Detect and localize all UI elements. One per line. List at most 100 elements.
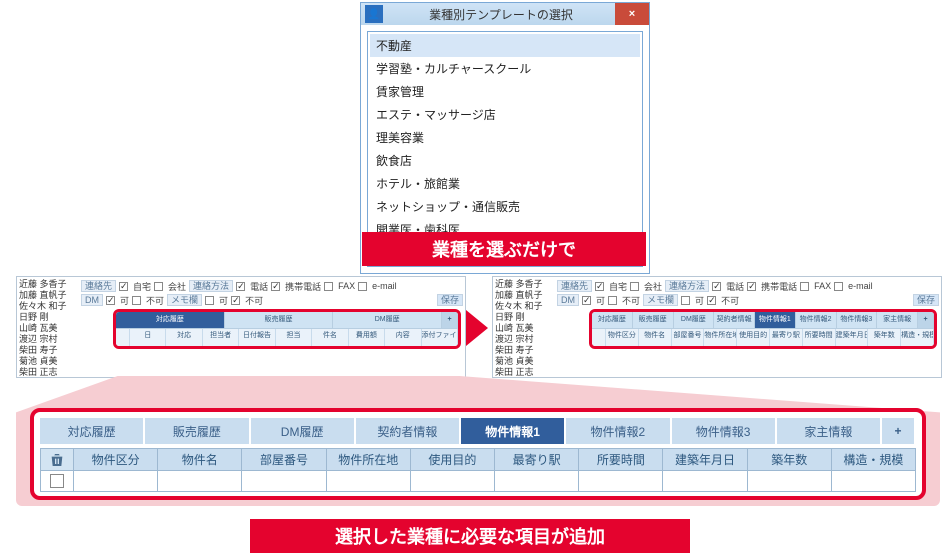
checkbox-fax[interactable] xyxy=(800,282,809,291)
tab[interactable]: 対応履歴 xyxy=(116,312,225,328)
list-item[interactable]: 菊池 貞美 xyxy=(19,356,81,367)
tab-prop1[interactable]: 物件情報1 xyxy=(461,418,566,444)
row-checkbox[interactable] xyxy=(40,470,74,492)
col-checkbox[interactable] xyxy=(116,329,130,349)
tab-owner[interactable]: 家主情報 xyxy=(777,418,882,444)
col-header: 所要時間 xyxy=(579,448,663,470)
cell[interactable] xyxy=(832,470,916,492)
dm-label: DM xyxy=(557,294,579,306)
tab[interactable]: DM履歴 xyxy=(333,312,442,328)
list-item[interactable]: 飲食店 xyxy=(370,149,640,172)
list-item[interactable]: 学習塾・カルチャースクール xyxy=(370,57,640,80)
checkbox-phone[interactable] xyxy=(712,282,721,291)
col-checkbox[interactable] xyxy=(592,329,606,349)
checkbox-mobile[interactable] xyxy=(747,282,756,291)
list-item[interactable]: 渡辺 宗村 xyxy=(495,334,557,345)
checkbox-home[interactable] xyxy=(119,282,128,291)
cell[interactable] xyxy=(663,470,747,492)
cell[interactable] xyxy=(579,470,663,492)
list-item[interactable]: 山崎 瓦美 xyxy=(495,323,557,334)
list-item[interactable]: 近藤 多香子 xyxy=(495,279,557,290)
cell[interactable] xyxy=(495,470,579,492)
list-item[interactable]: ネットショップ・通信販売 xyxy=(370,195,640,218)
tab[interactable]: 契約者情報 xyxy=(714,312,755,328)
list-item[interactable]: 佐々木 和子 xyxy=(19,301,81,312)
list-item[interactable]: 山崎 瓦美 xyxy=(19,323,81,334)
tab-prop3[interactable]: 物件情報3 xyxy=(672,418,777,444)
list-item[interactable]: 近藤 多香子 xyxy=(19,279,81,290)
tab-add[interactable]: + xyxy=(918,312,934,328)
dialog-titlebar: 👤 業種別テンプレートの選択 × xyxy=(361,3,649,25)
tab-history[interactable]: 対応履歴 xyxy=(40,418,145,444)
cell[interactable] xyxy=(74,470,158,492)
list-item[interactable]: 佐々木 和子 xyxy=(495,301,557,312)
tab[interactable]: 販売履歴 xyxy=(225,312,334,328)
tab[interactable]: 物件情報2 xyxy=(796,312,837,328)
col-header: 物件名 xyxy=(158,448,242,470)
list-item[interactable]: 理美容業 xyxy=(370,126,640,149)
tab[interactable]: 物件情報3 xyxy=(837,312,878,328)
checkbox-email[interactable] xyxy=(834,282,843,291)
list-item[interactable]: 不動産 xyxy=(370,34,640,57)
checkbox-fax[interactable] xyxy=(324,282,333,291)
tab[interactable]: 家主情報 xyxy=(877,312,918,328)
checkbox-dm-ok[interactable] xyxy=(582,296,591,305)
tab-contract[interactable]: 契約者情報 xyxy=(356,418,461,444)
checkbox-dm-ng[interactable] xyxy=(608,296,617,305)
checkbox-phone[interactable] xyxy=(236,282,245,291)
delete-row-button[interactable] xyxy=(40,448,74,470)
tab[interactable]: 物件情報1 xyxy=(755,312,796,328)
close-icon[interactable]: × xyxy=(615,3,649,25)
list-item[interactable]: エステ・マッサージ店 xyxy=(370,103,640,126)
checkbox-memo-ng[interactable] xyxy=(231,296,240,305)
list-item[interactable]: 柴田 寿子 xyxy=(495,345,557,356)
dm-label: DM xyxy=(81,294,103,306)
list-item[interactable]: 賃家管理 xyxy=(370,80,640,103)
checkbox-dm-ok[interactable] xyxy=(106,296,115,305)
tab[interactable]: DM履歴 xyxy=(674,312,715,328)
checkbox-home[interactable] xyxy=(595,282,604,291)
checkbox-company[interactable] xyxy=(154,282,163,291)
list-item[interactable]: 日野 剛 xyxy=(19,312,81,323)
checkbox-company[interactable] xyxy=(630,282,639,291)
save-button[interactable]: 保存 xyxy=(437,294,463,306)
tab[interactable]: 販売履歴 xyxy=(633,312,674,328)
cell[interactable] xyxy=(158,470,242,492)
contact-prefs: 連絡先 自宅 会社 連絡方法 電話 携帯電話 FAX e-mail DM 可 不… xyxy=(81,279,463,307)
checkbox-memo-ok[interactable] xyxy=(205,296,214,305)
list-item[interactable]: 柴田 寿子 xyxy=(19,345,81,356)
tab-add[interactable]: + xyxy=(882,418,916,444)
detail-tabs: 対応履歴 販売履歴 DM履歴 契約者情報 物件情報1 物件情報2 物件情報3 家… xyxy=(40,418,916,444)
cell[interactable] xyxy=(242,470,326,492)
cell[interactable] xyxy=(748,470,832,492)
checkbox-email[interactable] xyxy=(358,282,367,291)
contact-label: 連絡先 xyxy=(557,280,592,292)
checkbox-memo-ng[interactable] xyxy=(707,296,716,305)
list-item[interactable]: 菊池 貞美 xyxy=(495,356,557,367)
checkbox-mobile[interactable] xyxy=(271,282,280,291)
col-header: 構造・規模 xyxy=(832,448,916,470)
list-item[interactable]: 日野 剛 xyxy=(495,312,557,323)
contact-label: 連絡先 xyxy=(81,280,116,292)
checkbox-memo-ok[interactable] xyxy=(681,296,690,305)
list-item[interactable]: 渡辺 宗村 xyxy=(19,334,81,345)
save-button[interactable]: 保存 xyxy=(913,294,939,306)
memo-label: メモ欄 xyxy=(167,294,202,306)
method-label: 連絡方法 xyxy=(665,280,709,292)
method-label: 連絡方法 xyxy=(189,280,233,292)
list-item[interactable]: ホテル・旅館業 xyxy=(370,172,640,195)
col-header: 建築年月日 xyxy=(663,448,747,470)
list-item[interactable]: 加藤 直帆子 xyxy=(495,290,557,301)
tab-add[interactable]: + xyxy=(442,312,458,328)
memo-label: メモ欄 xyxy=(643,294,678,306)
col-header: 部屋番号 xyxy=(242,448,326,470)
col-header: 最寄り駅 xyxy=(495,448,579,470)
tab-sales[interactable]: 販売履歴 xyxy=(145,418,250,444)
list-item[interactable]: 加藤 直帆子 xyxy=(19,290,81,301)
checkbox-dm-ng[interactable] xyxy=(132,296,141,305)
tab[interactable]: 対応履歴 xyxy=(592,312,633,328)
tab-prop2[interactable]: 物件情報2 xyxy=(566,418,671,444)
tab-dm[interactable]: DM履歴 xyxy=(251,418,356,444)
cell[interactable] xyxy=(411,470,495,492)
cell[interactable] xyxy=(327,470,411,492)
